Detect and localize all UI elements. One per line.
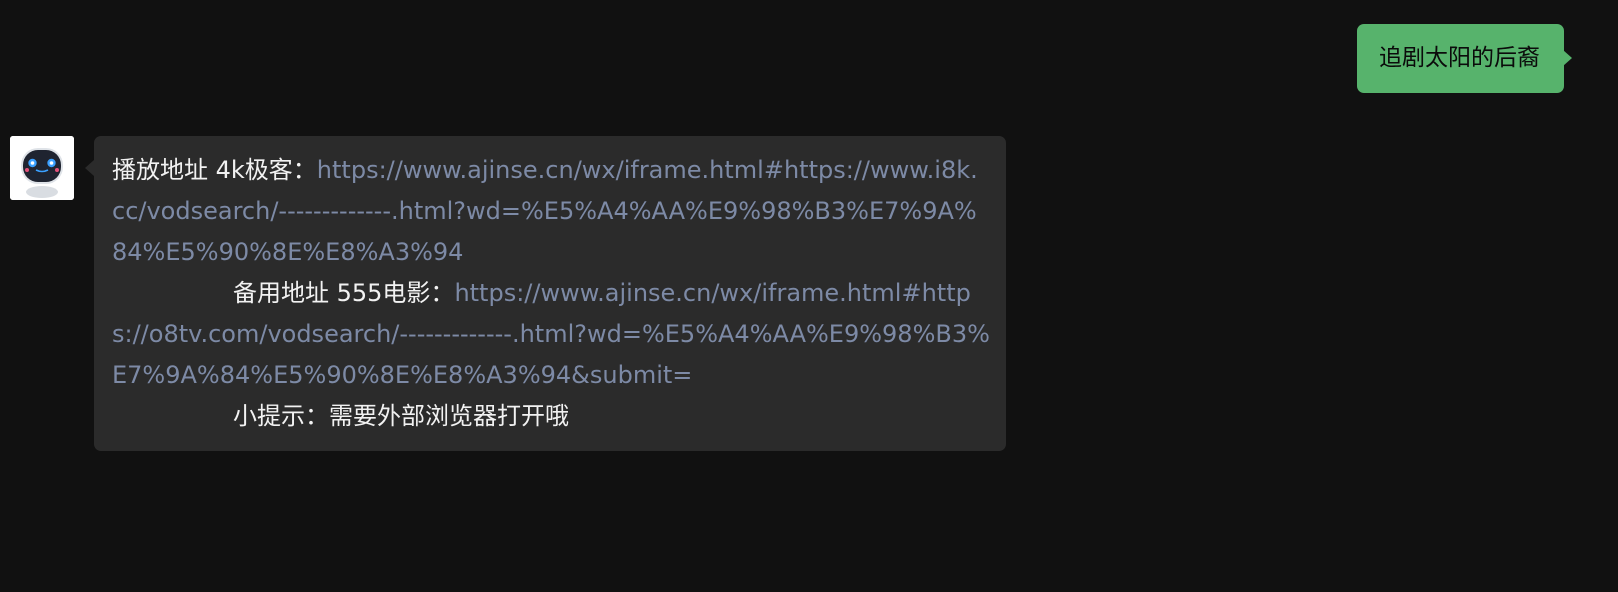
- tip-text: 小提示：需要外部浏览器打开哦: [233, 402, 569, 430]
- backup-address-label: 备用地址 555电影：: [233, 279, 455, 307]
- primary-address-label: 播放地址 4k极客：: [112, 156, 317, 184]
- outgoing-message-text: 追剧太阳的后裔: [1379, 45, 1540, 71]
- outgoing-message-bubble[interactable]: 追剧太阳的后裔: [1357, 24, 1572, 93]
- robot-avatar-icon[interactable]: [10, 136, 74, 200]
- incoming-message-bubble: 播放地址 4k极客：https://www.ajinse.cn/wx/ifram…: [85, 136, 1006, 451]
- chat-window: 追剧太阳的后裔 播放地址 4k极客：https://www.ajinse.cn/…: [0, 0, 1618, 592]
